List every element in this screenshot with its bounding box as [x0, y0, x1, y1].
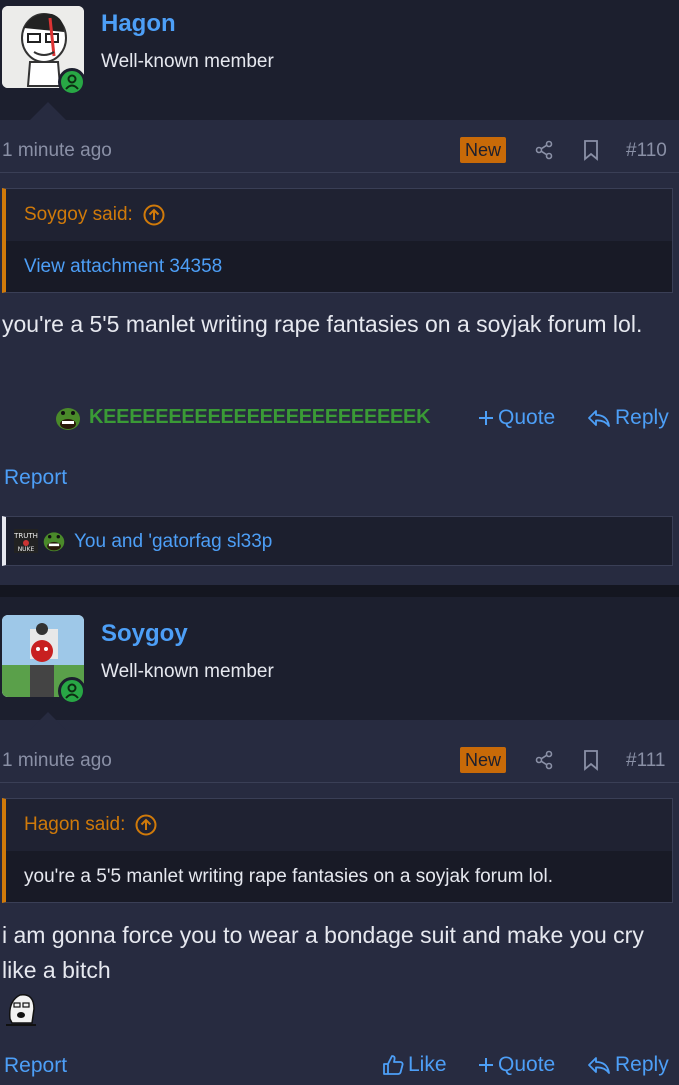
quote-block: Soygoy said: View attachment 34358	[2, 188, 673, 293]
quote-block: Hagon said: you're a 5'5 manlet writing …	[2, 798, 673, 903]
quote-header[interactable]: Soygoy said:	[6, 189, 672, 241]
divider	[0, 172, 679, 173]
quote-button[interactable]: Quote	[478, 1053, 555, 1077]
post-number[interactable]: #110	[626, 140, 667, 162]
post-111: Soygoy Well-known member 1 minute ago Ne…	[0, 597, 679, 1080]
post-time[interactable]: 1 minute ago	[2, 750, 112, 772]
share-icon[interactable]	[534, 140, 554, 160]
post-time[interactable]: 1 minute ago	[2, 140, 112, 162]
like-button[interactable]: Like	[382, 1053, 447, 1077]
user-title: Well-known member	[101, 51, 274, 72]
thumbs-up-icon	[383, 1055, 404, 1075]
quote-label: Quote	[498, 406, 556, 429]
avatar[interactable]	[2, 615, 86, 705]
post-110: Hagon Well-known member 1 minute ago New…	[0, 0, 679, 585]
reply-label: Reply	[615, 406, 669, 429]
avatar[interactable]	[2, 6, 86, 96]
arrow-up-circle-icon[interactable]	[143, 204, 165, 226]
username[interactable]: Soygoy	[101, 620, 188, 648]
quote-content: you're a 5'5 manlet writing rape fantasi…	[6, 851, 672, 902]
quote-author[interactable]: Hagon said:	[24, 814, 125, 836]
username[interactable]: Hagon	[101, 10, 176, 38]
kek-emoji-icon	[43, 532, 65, 552]
new-badge: New	[460, 137, 507, 163]
reply-icon	[588, 410, 610, 427]
divider	[0, 782, 679, 783]
post-number[interactable]: #111	[626, 750, 665, 772]
plus-icon	[479, 411, 493, 425]
report-link[interactable]: Report	[4, 466, 67, 490]
plus-icon	[479, 1058, 493, 1072]
header-pointer	[30, 712, 66, 730]
reactions-summary[interactable]: TRUTH NUKE You and 'gatorfag sl33p	[2, 516, 673, 566]
online-status-icon	[58, 677, 86, 705]
soyjak-emoji-icon	[2, 989, 40, 1027]
quote-author[interactable]: Soygoy said:	[24, 204, 133, 226]
svg-text:NUKE: NUKE	[18, 546, 35, 553]
quote-button[interactable]: Quote	[478, 406, 555, 430]
post-separator	[0, 585, 679, 597]
action-row: Like Quote Reply	[0, 1045, 679, 1085]
reactions-summary-label[interactable]: You and 'gatorfag sl33p	[74, 531, 272, 553]
post-message: i am gonna force you to wear a bondage s…	[2, 922, 644, 983]
bookmark-icon[interactable]	[582, 749, 600, 771]
quote-label: Quote	[498, 1053, 556, 1076]
post-message: you're a 5'5 manlet writing rape fantasi…	[2, 311, 643, 337]
kek-emoji-icon[interactable]	[54, 404, 82, 432]
reaction-row: KEEEEEEEEEEEEEEEEEEEEEEEEK Quote Reply	[0, 398, 679, 438]
user-title: Well-known member	[101, 661, 274, 682]
arrow-up-circle-icon[interactable]	[135, 814, 157, 836]
online-status-icon	[58, 68, 86, 96]
attachment-link[interactable]: View attachment 34358	[6, 241, 672, 292]
svg-text:TRUTH: TRUTH	[14, 532, 38, 540]
post-meta: 1 minute ago New #111	[0, 744, 679, 776]
bookmark-icon[interactable]	[582, 139, 600, 161]
share-icon[interactable]	[534, 750, 554, 770]
reply-icon	[588, 1057, 610, 1074]
reply-label: Reply	[615, 1053, 669, 1076]
reaction-label[interactable]: KEEEEEEEEEEEEEEEEEEEEEEEEK	[89, 406, 431, 429]
post-meta: 1 minute ago New #110	[0, 134, 679, 166]
new-badge: New	[460, 747, 507, 773]
header-pointer	[30, 102, 66, 120]
post-user-header: Hagon Well-known member	[0, 0, 679, 120]
reply-button[interactable]: Reply	[587, 1053, 669, 1077]
like-label: Like	[408, 1053, 447, 1076]
post-user-header: Soygoy Well-known member	[0, 597, 679, 730]
truth-nuke-emoji-icon: TRUTH NUKE	[14, 529, 38, 553]
reply-button[interactable]: Reply	[587, 406, 669, 430]
quote-header[interactable]: Hagon said:	[6, 799, 672, 851]
